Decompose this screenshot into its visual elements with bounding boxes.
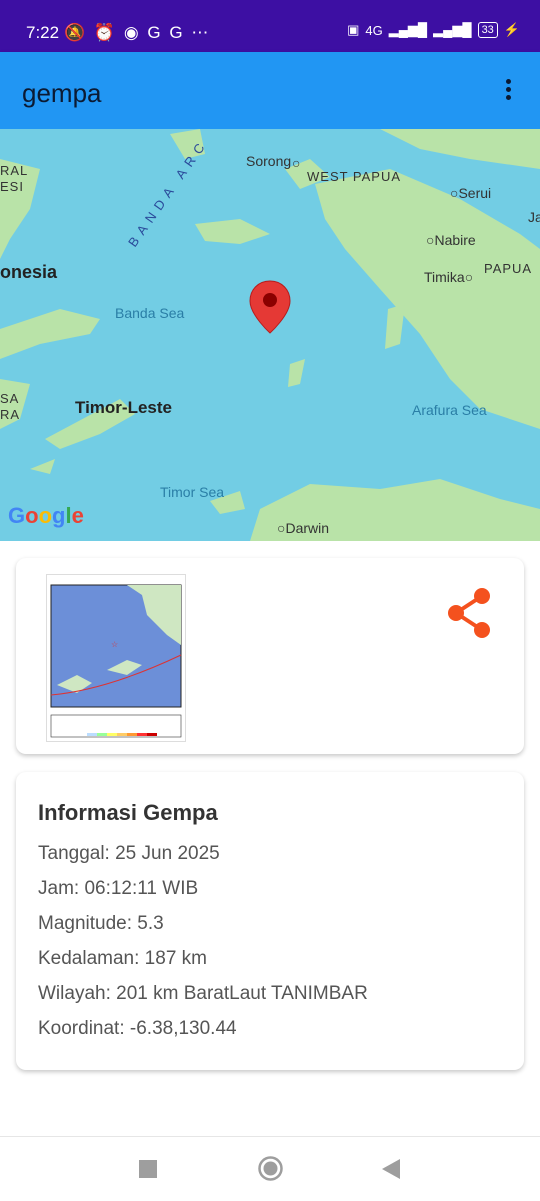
svg-text:☆: ☆ bbox=[111, 640, 118, 649]
triangle-back-icon[interactable] bbox=[381, 1158, 401, 1180]
status-time: 7:22 bbox=[26, 23, 60, 42]
map-view[interactable]: Sorong ○ WEST PAPUA ○Serui ○Nabire Timik… bbox=[0, 129, 540, 541]
country-label: Timor-Leste bbox=[75, 398, 172, 417]
city-label: Timika○ bbox=[424, 269, 474, 285]
region-label: ESI bbox=[0, 179, 24, 194]
sea-label: Arafura Sea bbox=[412, 402, 487, 418]
share-icon[interactable] bbox=[444, 586, 494, 640]
circle-icon[interactable] bbox=[257, 1155, 284, 1182]
network-type: 4G bbox=[365, 22, 383, 38]
more-icon: ⋯ bbox=[191, 23, 211, 42]
info-title: Informasi Gempa bbox=[38, 800, 218, 825]
info-card: Informasi Gempa Tanggal: 25 Jun 2025 Jam… bbox=[16, 772, 524, 1070]
city-dot: ○ bbox=[292, 155, 301, 171]
tanggal-text: Tanggal: 25 Jun 2025 bbox=[38, 843, 220, 864]
google-logo: Google bbox=[8, 503, 84, 528]
charging-icon: ⚡ bbox=[503, 22, 520, 37]
kedalaman-text: Kedalaman: 187 km bbox=[38, 948, 207, 969]
app-icon: ◉ bbox=[123, 23, 141, 42]
square-icon[interactable] bbox=[138, 1159, 158, 1179]
region-label: RA bbox=[0, 407, 21, 422]
google-icon: G bbox=[147, 23, 163, 42]
location-pin-icon[interactable] bbox=[248, 279, 292, 335]
notification-icons: 🔕 ⏰ ◉ G G ⋯ bbox=[64, 23, 210, 43]
region-label: RAL bbox=[0, 163, 29, 178]
country-label: onesia bbox=[0, 262, 58, 282]
more-vert-icon[interactable] bbox=[498, 76, 518, 106]
signal-icon: ▂▄▆█ bbox=[388, 22, 428, 37]
city-label: Sorong bbox=[246, 153, 292, 169]
status-bar: 7:22 🔕 ⏰ ◉ G G ⋯ ▣ 4G ▂▄▆█ ▂▄▆█ 33 ⚡ bbox=[0, 0, 540, 52]
region-label: PAPUA bbox=[484, 261, 533, 276]
app-title: gempa bbox=[22, 78, 102, 108]
city-label: Ja bbox=[528, 209, 540, 225]
volte-icon: ▣ bbox=[347, 22, 360, 37]
region-label: WEST PAPUA bbox=[307, 169, 402, 184]
google-icon: G bbox=[169, 23, 185, 42]
shakemap-card: ☆ bbox=[16, 558, 524, 754]
magnitude-text: Magnitude: 5.3 bbox=[38, 913, 164, 934]
signal-icon: ▂▄▆█ bbox=[433, 22, 472, 37]
system-icons: ▣ 4G ▂▄▆█ ▂▄▆█ 33 ⚡ bbox=[347, 22, 520, 38]
region-label: SA bbox=[0, 391, 20, 406]
shakemap-image: ☆ bbox=[47, 575, 185, 741]
navigation-bar bbox=[0, 1136, 540, 1201]
sea-label: Banda Sea bbox=[115, 305, 185, 321]
koordinat-text: Koordinat: -6.38,130.44 bbox=[38, 1018, 237, 1039]
app-bar: gempa bbox=[0, 52, 540, 129]
battery-icon: 33 bbox=[477, 22, 498, 38]
alarm-icon: ⏰ bbox=[93, 23, 118, 42]
sea-label: Timor Sea bbox=[160, 484, 225, 500]
city-label: ○Darwin bbox=[277, 520, 330, 536]
mute-icon: 🔕 bbox=[64, 23, 88, 42]
city-label: ○Nabire bbox=[426, 232, 476, 248]
city-label: ○Serui bbox=[450, 185, 492, 201]
wilayah-text: Wilayah: 201 km BaratLaut TANIMBAR bbox=[38, 983, 368, 1004]
jam-text: Jam: 06:12:11 WIB bbox=[38, 878, 199, 899]
shakemap-thumbnail[interactable]: ☆ bbox=[46, 574, 186, 742]
